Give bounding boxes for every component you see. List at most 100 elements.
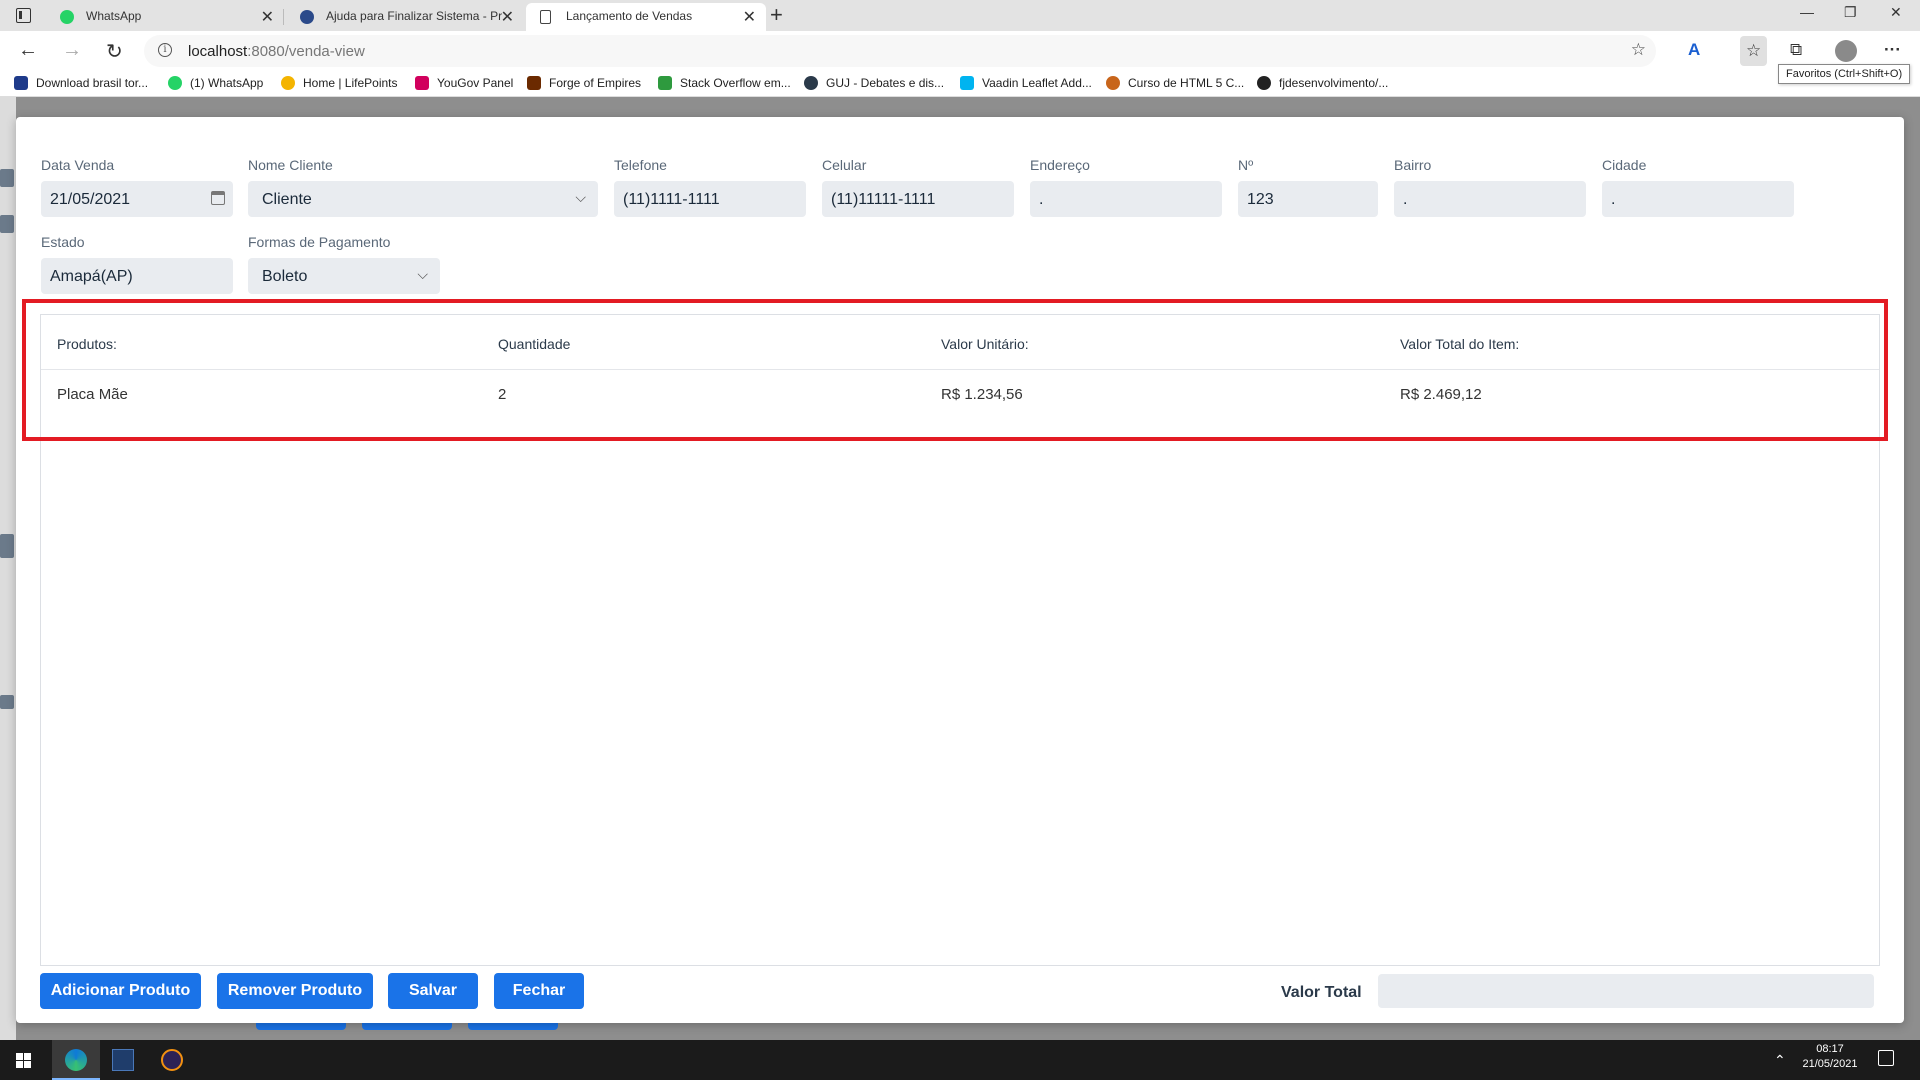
tab-label: Lançamento de Vendas	[566, 9, 693, 23]
favorite-icon	[14, 76, 28, 90]
field-label: Formas de Pagamento	[248, 234, 391, 250]
field-estado: Estado Amapá(AP)	[41, 234, 233, 294]
start-button[interactable]	[0, 1040, 48, 1080]
field-label: Cidade	[1602, 157, 1647, 173]
state-input[interactable]: Amapá(AP)	[41, 258, 233, 294]
phone-input[interactable]: (11)1111-1111	[614, 181, 806, 217]
field-telefone: Telefone (11)1111-1111	[614, 157, 806, 217]
address-input[interactable]: .	[1030, 181, 1222, 217]
back-icon[interactable]: ←	[18, 39, 38, 62]
tab-strip: WhatsApp ✕ Ajuda para Finalizar Sistema …	[0, 0, 1920, 31]
whatsapp-icon	[60, 10, 74, 24]
favorite-item[interactable]: Curso de HTML 5 C...	[1106, 76, 1244, 90]
chevron-up-icon[interactable]: ⌃	[1774, 1052, 1786, 1069]
forge-icon	[527, 76, 541, 90]
favorite-item[interactable]: Forge of Empires	[527, 76, 641, 90]
field-label: Data Venda	[41, 157, 115, 173]
new-tab-button[interactable]: +	[770, 2, 783, 28]
refresh-icon[interactable]: ↻	[106, 39, 123, 64]
save-button[interactable]: Salvar	[388, 973, 478, 1009]
collections-icon[interactable]: ⧉	[1790, 40, 1802, 60]
favorite-item[interactable]: Vaadin Leaflet Add...	[960, 76, 1092, 90]
remove-product-button[interactable]: Remover Produto	[217, 973, 373, 1009]
profile-avatar[interactable]	[1835, 40, 1857, 62]
url-field[interactable]: i localhost:8080/venda-view ☆	[144, 35, 1656, 67]
city-input[interactable]: .	[1602, 181, 1794, 217]
tab-label: WhatsApp	[86, 9, 142, 23]
favorites-tooltip: Favoritos (Ctrl+Shift+O)	[1778, 64, 1911, 84]
field-label: Bairro	[1394, 157, 1432, 173]
dollar-icon	[0, 534, 14, 558]
folder-icon	[0, 215, 14, 233]
settings-menu-icon[interactable]: ···	[1884, 40, 1901, 60]
favorite-item[interactable]: (1) WhatsApp	[168, 76, 263, 90]
info-icon[interactable]: i	[158, 43, 172, 57]
whatsapp-icon	[168, 76, 182, 90]
favorites-bar: Download brasil tor... (1) WhatsApp Home…	[0, 71, 1920, 97]
calendar-icon[interactable]	[211, 191, 225, 205]
edge-icon	[65, 1049, 87, 1071]
field-nome-cliente: Nome Cliente Cliente ⌵	[248, 157, 598, 217]
vaadin-icon	[960, 76, 974, 90]
favorite-item[interactable]: YouGov Panel	[415, 76, 513, 90]
tab-lancamento-vendas[interactable]: Lançamento de Vendas ✕	[526, 3, 766, 31]
field-label: Endereço	[1030, 157, 1090, 173]
stackoverflow-icon	[658, 76, 672, 90]
close-tab-icon[interactable]: ✕	[501, 7, 514, 27]
close-tab-icon[interactable]: ✕	[261, 7, 274, 27]
windows-taskbar: ⌃ 08:17 21/05/2021	[0, 1040, 1920, 1080]
mobile-input[interactable]: (11)11111-1111	[822, 181, 1014, 217]
clock[interactable]: 08:17 21/05/2021	[1798, 1043, 1862, 1070]
tab-actions-icon[interactable]	[16, 8, 31, 23]
windows-icon	[16, 1053, 31, 1068]
github-icon	[1257, 76, 1271, 90]
favorite-item[interactable]: Download brasil tor...	[14, 76, 148, 90]
home-icon	[0, 169, 14, 187]
curso-icon	[1106, 76, 1120, 90]
restore-icon[interactable]: ❐	[1844, 4, 1857, 21]
field-label: Estado	[41, 234, 85, 250]
chevron-down-icon: ⌵	[417, 266, 428, 282]
workbench-icon	[112, 1049, 134, 1071]
field-label: Telefone	[614, 157, 667, 173]
payment-select[interactable]: Boleto ⌵	[248, 258, 440, 294]
lifepoints-icon	[281, 76, 295, 90]
close-button[interactable]: Fechar	[494, 973, 584, 1009]
translate-icon[interactable]: A	[1688, 40, 1700, 60]
district-input[interactable]: .	[1394, 181, 1586, 217]
address-bar: ← → ↻ i localhost:8080/venda-view ☆ A ☆ …	[0, 31, 1920, 71]
close-window-icon[interactable]: ✕	[1890, 4, 1902, 21]
taskbar-eclipse[interactable]	[148, 1040, 196, 1080]
favorite-item[interactable]: fjdesenvolvimento/...	[1257, 76, 1388, 90]
field-label: Nº	[1238, 157, 1254, 173]
url-text[interactable]: localhost:8080/venda-view	[188, 43, 365, 60]
minimize-icon[interactable]: —	[1800, 4, 1814, 20]
notifications-icon[interactable]	[1878, 1050, 1894, 1066]
add-favorite-icon[interactable]: ☆	[1631, 40, 1646, 60]
date-input[interactable]: 21/05/2021	[41, 181, 233, 217]
add-product-button[interactable]: Adicionar Produto	[40, 973, 201, 1009]
yougov-icon	[415, 76, 429, 90]
number-input[interactable]: 123	[1238, 181, 1378, 217]
taskbar-app2[interactable]	[100, 1040, 148, 1080]
forward-icon[interactable]: →	[62, 39, 82, 62]
background-sidebar	[0, 97, 16, 1040]
tab-ajuda[interactable]: Ajuda para Finalizar Sistema - Pr ✕	[286, 3, 524, 31]
guj-icon	[300, 10, 314, 24]
total-value-field[interactable]	[1378, 974, 1874, 1008]
favorite-item[interactable]: Stack Overflow em...	[658, 76, 791, 90]
page-icon	[540, 10, 551, 24]
favorite-item[interactable]: GUJ - Debates e dis...	[804, 76, 944, 90]
field-label: Nome Cliente	[248, 157, 333, 173]
taskbar-edge[interactable]	[52, 1040, 100, 1080]
favorites-icon[interactable]: ☆	[1740, 36, 1768, 66]
tab-whatsapp[interactable]: WhatsApp ✕	[46, 3, 284, 31]
client-select[interactable]: Cliente ⌵	[248, 181, 598, 217]
field-formas-pagamento: Formas de Pagamento Boleto ⌵	[248, 234, 440, 294]
favorite-item[interactable]: Home | LifePoints	[281, 76, 398, 90]
field-data-venda: Data Venda 21/05/2021	[41, 157, 233, 217]
clock-time: 08:17	[1816, 1043, 1844, 1055]
close-tab-icon[interactable]: ✕	[743, 7, 756, 27]
field-label: Celular	[822, 157, 867, 173]
field-celular: Celular (11)11111-1111	[822, 157, 1014, 217]
